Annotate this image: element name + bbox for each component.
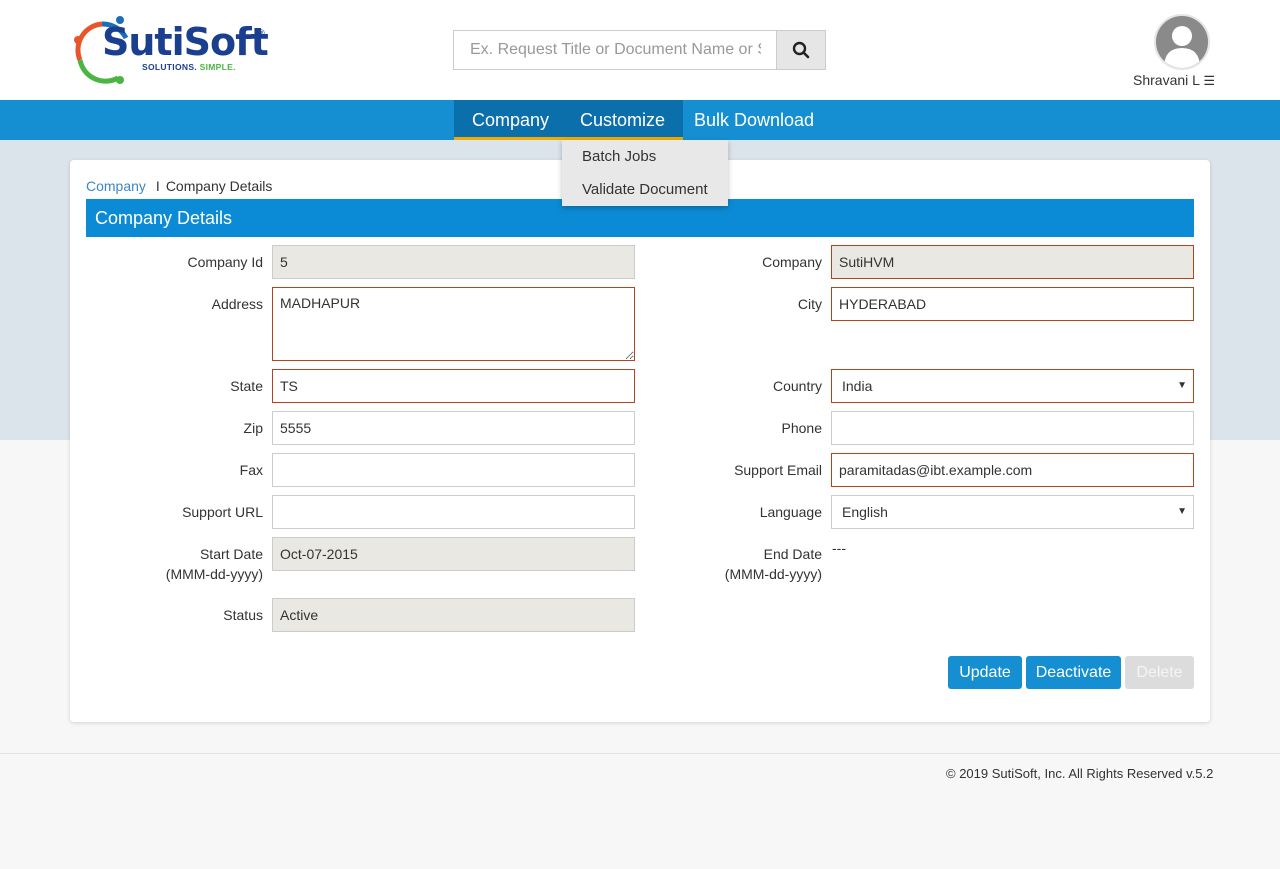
nav-customize[interactable]: Customize [562, 100, 684, 140]
start-date-label: Start Date (MMM-dd-yyyy) [83, 544, 263, 584]
end-date-value: --- [832, 540, 846, 556]
caret-down-icon: ▼ [1177, 380, 1187, 391]
logo-tagline: SOLUTIONS. SIMPLE. [142, 62, 236, 72]
state-label: State [230, 378, 263, 394]
support-url-label: Support URL [182, 504, 263, 520]
registered-mark: ® [258, 28, 265, 38]
nav-company[interactable]: Company [454, 100, 568, 140]
logo-wordmark: SutiSoft [102, 20, 269, 64]
language-selected-value: English [842, 504, 888, 520]
search-input[interactable] [453, 30, 777, 70]
start-date-label-text: Start Date [199, 546, 263, 562]
end-date-label: End Date (MMM-dd-yyyy) [642, 544, 822, 584]
zip-field[interactable] [272, 411, 635, 445]
address-label: Address [211, 296, 263, 312]
breadcrumb: Company I Company Details [86, 178, 272, 194]
header: SutiSoft ® SOLUTIONS. SIMPLE. Shravani L… [0, 0, 1280, 100]
user-name: Shravani L [1133, 72, 1200, 88]
support-email-label: Support Email [734, 462, 822, 478]
company-id-label: Company Id [187, 254, 263, 270]
breadcrumb-company-link[interactable]: Company [86, 178, 146, 194]
menu-item-batch-jobs[interactable]: Batch Jobs [582, 148, 656, 165]
city-field[interactable] [831, 287, 1194, 321]
nav-bulk-download[interactable]: Bulk Download [676, 100, 832, 140]
footer-divider [0, 753, 1280, 754]
menu-item-validate-document[interactable]: Validate Document [582, 181, 708, 198]
country-select[interactable]: India ▼ [831, 369, 1194, 403]
language-select[interactable]: English ▼ [831, 495, 1194, 529]
company-field[interactable] [831, 245, 1194, 279]
user-silhouette-icon [1156, 16, 1208, 68]
search-button[interactable] [776, 30, 826, 70]
customize-dropdown-menu: Batch Jobs Validate Document [562, 140, 728, 206]
delete-button: Delete [1125, 656, 1194, 689]
status-label: Status [223, 607, 263, 623]
user-name-label[interactable]: Shravani L ☰ [1133, 72, 1215, 89]
status-field[interactable] [272, 598, 635, 632]
support-url-field[interactable] [272, 495, 635, 529]
avatar[interactable] [1154, 14, 1210, 70]
end-date-label-text: End Date [763, 546, 822, 562]
tagline-solutions: SOLUTIONS. [142, 62, 197, 72]
address-field[interactable]: MADHAPUR [272, 287, 635, 361]
phone-field[interactable] [831, 411, 1194, 445]
deactivate-button[interactable]: Deactivate [1026, 656, 1121, 689]
phone-label: Phone [781, 420, 822, 436]
country-selected-value: India [842, 378, 873, 394]
start-date-format: (MMM-dd-yyyy) [165, 566, 263, 582]
search-icon [792, 41, 810, 59]
city-label: City [797, 296, 822, 312]
update-button[interactable]: Update [948, 656, 1022, 689]
company-id-field[interactable] [272, 245, 635, 279]
sutisoft-logo[interactable]: SutiSoft ® SOLUTIONS. SIMPLE. [72, 14, 272, 86]
breadcrumb-current: Company Details [165, 178, 273, 194]
footer-copyright: © 2019 SutiSoft, Inc. All Rights Reserve… [946, 766, 1214, 781]
tagline-simple: SIMPLE. [199, 62, 236, 72]
fax-label: Fax [239, 462, 263, 478]
company-details-card: Company I Company Details Company Details … [70, 160, 1210, 722]
support-email-field[interactable] [831, 453, 1194, 487]
language-label: Language [759, 504, 822, 520]
main-nav: Company Customize Bulk Download [0, 100, 1280, 140]
fax-field[interactable] [272, 453, 635, 487]
breadcrumb-separator: I [155, 178, 160, 194]
end-date-format: (MMM-dd-yyyy) [724, 566, 822, 582]
zip-label: Zip [243, 420, 263, 436]
country-label: Country [772, 378, 822, 394]
search-bar [453, 30, 826, 70]
start-date-field[interactable] [272, 537, 635, 571]
company-label: Company [762, 254, 822, 270]
state-field[interactable] [272, 369, 635, 403]
hamburger-icon[interactable]: ☰ [1203, 73, 1215, 88]
caret-down-icon: ▼ [1177, 506, 1187, 517]
